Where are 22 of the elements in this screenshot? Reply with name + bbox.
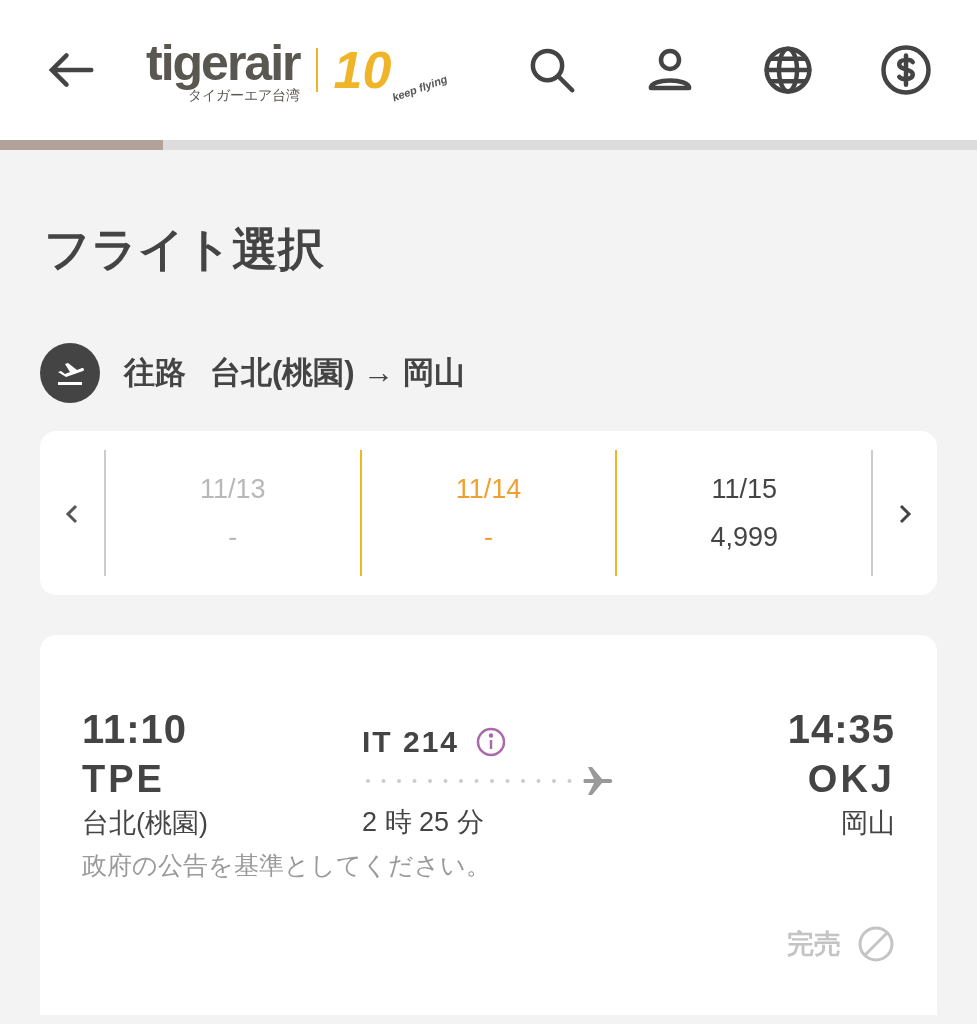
info-icon[interactable] xyxy=(475,725,508,758)
page-title: フライト選択 xyxy=(44,222,325,277)
government-notice: 政府の公告を基準としてください。 xyxy=(82,849,492,881)
sold-out-status: 完売 xyxy=(787,928,841,962)
arrival-code: OKJ xyxy=(807,757,895,803)
flight-number: IT 214 xyxy=(362,724,460,761)
anniversary-number: 10 xyxy=(333,44,392,96)
logo-wordmark: tigerair xyxy=(146,38,300,88)
globe-icon[interactable] xyxy=(761,43,815,97)
flight-card[interactable]: 11:10 TPE 台北(桃園) IT 214 2 時 25 分 14:35 OKJ 岡山 政府の公告を基準としてください。 完売 xyxy=(40,635,937,1016)
date-tab[interactable]: 11/15 4,999 xyxy=(617,450,871,577)
arrival-city: 岡山 xyxy=(841,807,895,841)
arrival-time: 14:35 xyxy=(787,706,895,754)
departure-code: TPE xyxy=(82,757,165,803)
flight-duration: 2 時 25 分 xyxy=(362,806,484,840)
logo-tagline: keep flying xyxy=(390,72,450,105)
route-direction: 往路 xyxy=(124,353,186,392)
unavailable-icon xyxy=(857,925,895,964)
route-text: 台北(桃園) → 岡山 xyxy=(210,353,465,392)
departure-city: 台北(桃園) xyxy=(82,807,208,841)
currency-icon[interactable] xyxy=(879,43,933,97)
departure-time: 11:10 xyxy=(82,706,188,754)
